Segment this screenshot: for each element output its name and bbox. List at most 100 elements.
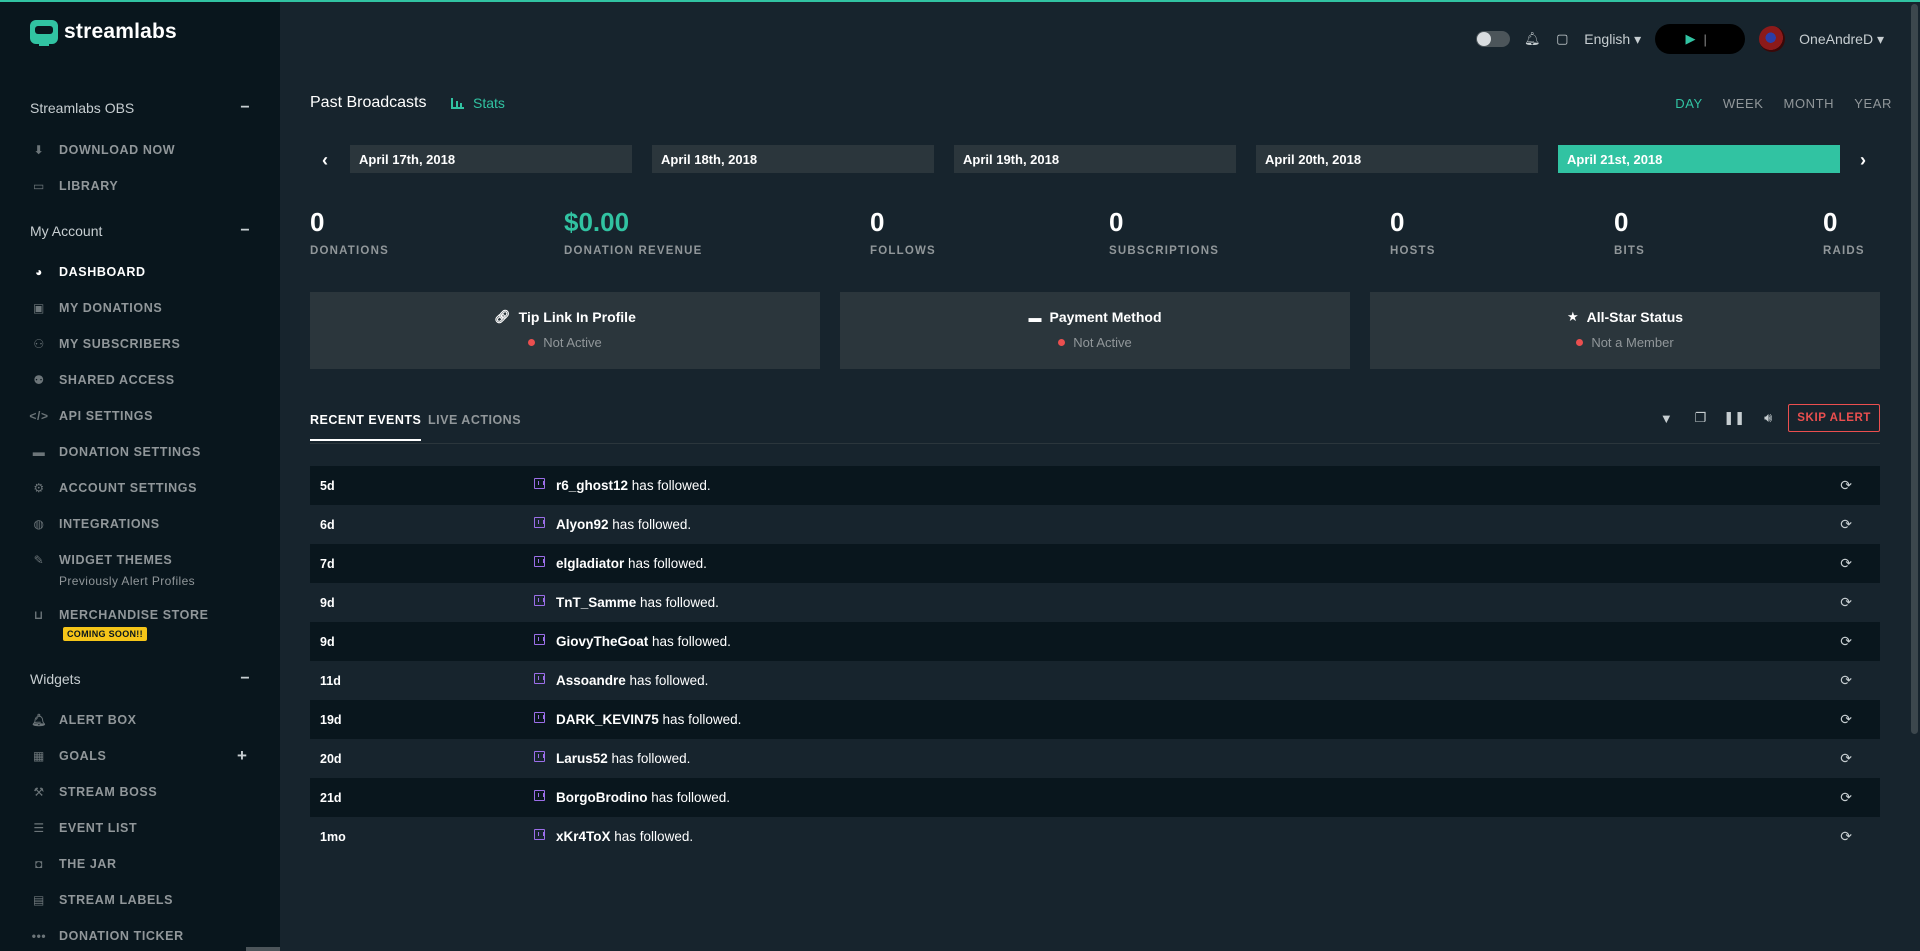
sidebar-item-label: MERCHANDISE STORE	[59, 608, 209, 622]
logo[interactable]: streamlabs	[30, 20, 177, 46]
coming-soon-badge: COMING SOON!!	[63, 627, 147, 641]
repeat-alert-icon[interactable]: ⟳	[1840, 516, 1852, 533]
sidebar-item-stream-labels[interactable]: ▤ STREAM LABELS	[30, 893, 252, 907]
date-button[interactable]: April 17th, 2018	[350, 145, 632, 173]
bell-icon[interactable]: 🔔︎	[1524, 31, 1541, 47]
night-mode-toggle[interactable]	[1476, 31, 1511, 47]
popout-icon[interactable]: ❐	[1692, 410, 1708, 426]
period-day[interactable]: DAY	[1675, 96, 1703, 111]
repeat-alert-icon[interactable]: ⟳	[1840, 828, 1852, 845]
table-row: 7d elgladiator has followed. ⟳	[310, 544, 1880, 583]
chevron-left-icon[interactable]: ‹	[322, 150, 328, 171]
event-text: GiovyTheGoat has followed.	[556, 634, 731, 649]
sidebar-item-library[interactable]: ▭ LIBRARY	[30, 179, 252, 193]
sidebar-item-download-now[interactable]: ⬇ DOWNLOAD NOW	[30, 143, 252, 157]
google-play-icon[interactable]: ▶	[1685, 31, 1695, 47]
date-button-active[interactable]: April 21st, 2018	[1558, 145, 1840, 173]
date-button[interactable]: April 20th, 2018	[1256, 145, 1538, 173]
sidebar-item-dashboard[interactable]: ◕ DASHBOARD	[30, 265, 252, 279]
scrollbar-thumb[interactable]	[1911, 4, 1918, 734]
date-button[interactable]: April 18th, 2018	[652, 145, 934, 173]
event-username: r6_ghost12	[556, 478, 629, 493]
card-payment-method[interactable]: ▬ Payment Method Not Active	[840, 292, 1350, 369]
section-my-account[interactable]: My Account −	[30, 222, 252, 240]
repeat-alert-icon[interactable]: ⟳	[1840, 633, 1852, 650]
add-goal-button[interactable]: +	[237, 746, 247, 766]
tab-recent-events[interactable]: RECENT EVENTS	[310, 413, 422, 441]
stats-link[interactable]: Stats	[451, 95, 505, 111]
period-year[interactable]: YEAR	[1854, 96, 1892, 111]
sidebar-item-label: DASHBOARD	[59, 265, 146, 279]
repeat-alert-icon[interactable]: ⟳	[1840, 594, 1852, 611]
jar-icon: ◘	[35, 857, 43, 871]
chevron-right-icon[interactable]: ›	[1860, 150, 1866, 171]
sidebar-item-label: LIBRARY	[59, 179, 119, 193]
collapse-icon[interactable]: −	[238, 99, 252, 117]
stat-donation-revenue: $0.00 DONATION REVENUE	[564, 207, 702, 257]
pause-icon[interactable]: ❚❚	[1723, 410, 1745, 426]
sidebar-item-event-list[interactable]: ☰ EVENT LIST	[30, 821, 252, 835]
stat-follows: 0 FOLLOWS	[870, 207, 936, 257]
repeat-alert-icon[interactable]: ⟳	[1840, 789, 1852, 806]
repeat-alert-icon[interactable]: ⟳	[1840, 477, 1852, 494]
card-tip-link[interactable]: 🔗︎ Tip Link In Profile Not Active	[310, 292, 820, 369]
event-text: BorgoBrodino has followed.	[556, 790, 730, 805]
sidebar-item-the-jar[interactable]: ◘ THE JAR	[30, 857, 252, 871]
sidebar-item-donation-ticker[interactable]: ••• DONATION TICKER	[30, 929, 252, 943]
sidebar-item-my-subscribers[interactable]: ⚇ MY SUBSCRIBERS	[30, 337, 252, 351]
user-menu[interactable]: OneAndreD ▾	[1799, 31, 1884, 48]
event-username: xKr4ToX	[556, 829, 611, 844]
event-time: 7d	[320, 556, 335, 571]
streamlabs-logo-icon	[30, 20, 58, 46]
section-streamlabs-obs[interactable]: Streamlabs OBS −	[30, 99, 252, 117]
section-widgets[interactable]: Widgets −	[30, 670, 252, 688]
twitch-icon	[534, 478, 545, 489]
repeat-alert-icon[interactable]: ⟳	[1840, 750, 1852, 767]
sidebar-scroll-indicator[interactable]	[246, 947, 280, 951]
card-status: Not Active	[1073, 335, 1132, 350]
sidebar-item-goals[interactable]: ▦ GOALS	[30, 749, 252, 763]
event-text: xKr4ToX has followed.	[556, 829, 693, 844]
filter-icon[interactable]: ▼	[1658, 410, 1674, 426]
event-toolbar: ▼ ❐ ❚❚ 🔊︎ SKIP ALERT	[1658, 404, 1880, 432]
table-row: 21d BorgoBrodino has followed. ⟳	[310, 778, 1880, 817]
stat-label: RAIDS	[1823, 245, 1865, 257]
sidebar-item-stream-boss[interactable]: ⚒ STREAM BOSS	[30, 785, 252, 799]
avatar[interactable]	[1759, 26, 1786, 52]
period-month[interactable]: MONTH	[1784, 96, 1835, 111]
period-week[interactable]: WEEK	[1723, 96, 1764, 111]
repeat-alert-icon[interactable]: ⟳	[1840, 711, 1852, 728]
sidebar-item-merchandise-store[interactable]: ⊔ MERCHANDISE STORE	[30, 608, 252, 622]
sidebar-item-label: SHARED ACCESS	[59, 373, 175, 387]
card-status: Not a Member	[1591, 335, 1674, 350]
repeat-alert-icon[interactable]: ⟳	[1840, 555, 1852, 572]
date-button[interactable]: April 19th, 2018	[954, 145, 1236, 173]
page-scrollbar[interactable]	[1909, 2, 1920, 951]
stat-raids: 0 RAIDS	[1823, 207, 1865, 257]
sidebar-item-my-donations[interactable]: ▣ MY DONATIONS	[30, 301, 252, 315]
twitch-chat-icon[interactable]: ▢	[1554, 31, 1570, 47]
card-all-star-status[interactable]: ★ All-Star Status Not a Member	[1370, 292, 1880, 369]
collapse-icon[interactable]: −	[238, 222, 252, 240]
collapse-icon[interactable]: −	[238, 670, 252, 688]
section-title: Widgets	[30, 671, 81, 687]
volume-icon[interactable]: 🔊︎	[1760, 410, 1776, 426]
mobile-app-links[interactable]: ▶ |	[1655, 24, 1746, 54]
sidebar-item-donation-settings[interactable]: ▬ DONATION SETTINGS	[30, 445, 252, 459]
repeat-alert-icon[interactable]: ⟳	[1840, 672, 1852, 689]
sidebar-item-shared-access[interactable]: ⚉ SHARED ACCESS	[30, 373, 252, 387]
sidebar-item-api-settings[interactable]: </> API SETTINGS	[29, 409, 252, 423]
sidebar-item-widget-themes[interactable]: ✎ WIDGET THEMES	[30, 553, 252, 567]
username: OneAndreD	[1799, 30, 1874, 47]
sidebar-item-alert-box[interactable]: 🔔︎ ALERT BOX	[30, 713, 252, 727]
sidebar-item-integrations[interactable]: ◍ INTEGRATIONS	[30, 517, 252, 531]
event-action: has followed.	[652, 634, 731, 649]
skip-alert-button[interactable]: SKIP ALERT	[1788, 404, 1880, 432]
language-selector[interactable]: English ▾	[1584, 31, 1641, 48]
sidebar-item-account-settings[interactable]: ⚙ ACCOUNT SETTINGS	[30, 481, 252, 495]
twitch-icon	[534, 634, 545, 645]
sidebar-item-label: EVENT LIST	[59, 821, 138, 835]
stat-hosts: 0 HOSTS	[1390, 207, 1436, 257]
event-username: elgladiator	[556, 556, 625, 571]
tab-live-actions[interactable]: LIVE ACTIONS	[428, 413, 521, 427]
